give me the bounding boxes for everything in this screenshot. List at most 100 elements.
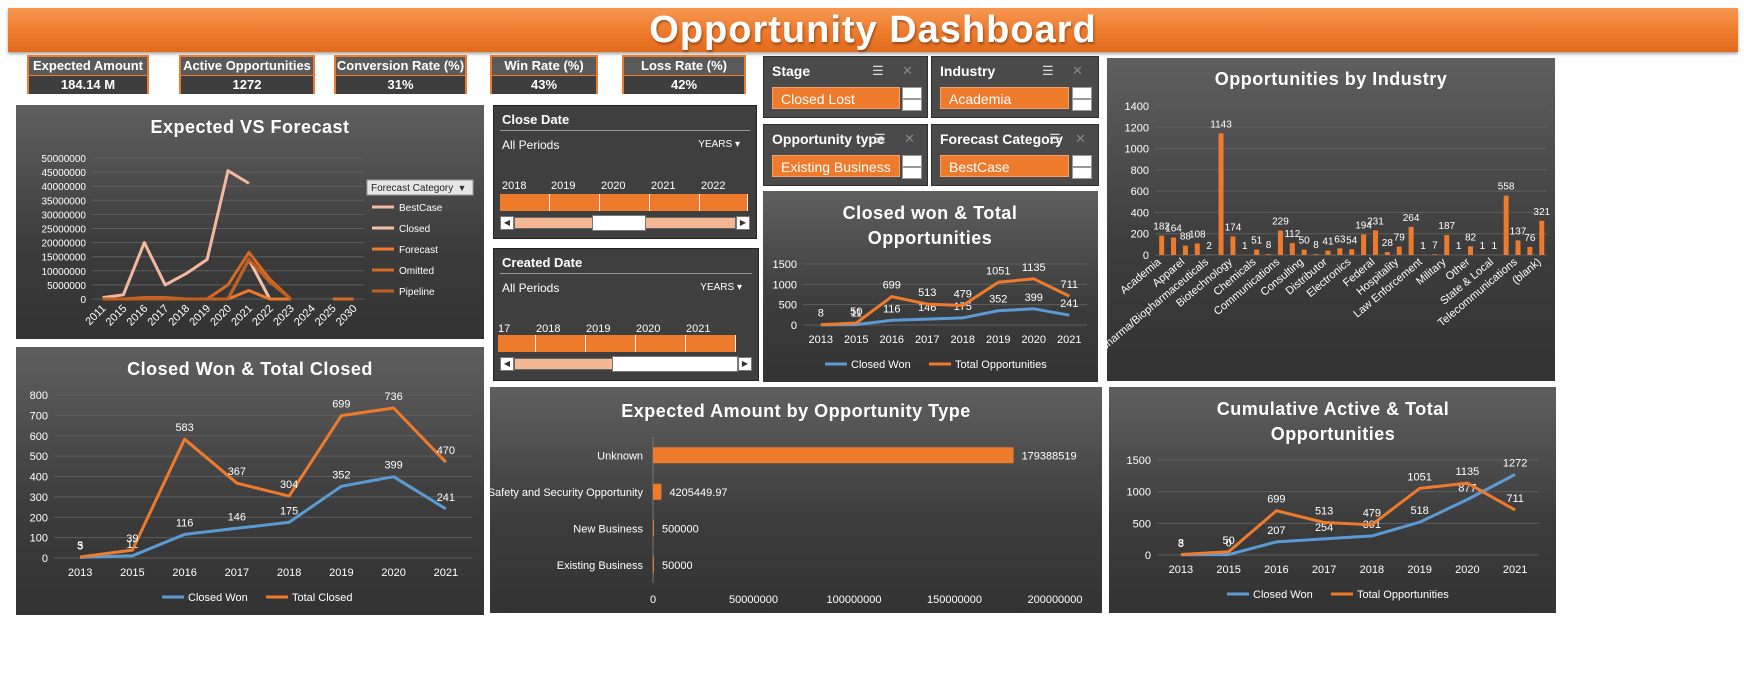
clear-filter-icon[interactable]: ✕ bbox=[902, 63, 913, 79]
x-tick-label: 2021 bbox=[1057, 334, 1081, 346]
data-label: 116 bbox=[883, 303, 901, 315]
slicer-industry[interactable]: Industry ☰ ✕ Academia bbox=[931, 56, 1099, 118]
legend-label: Closed Won bbox=[1253, 589, 1313, 601]
scroll-up-button[interactable] bbox=[902, 155, 922, 167]
bar bbox=[1194, 243, 1200, 255]
scroll-up-button[interactable] bbox=[1072, 155, 1092, 167]
timeline-scroll-thumb[interactable] bbox=[612, 356, 738, 372]
timeline-year-label: 2019 bbox=[586, 323, 611, 335]
clear-filter-icon[interactable]: ✕ bbox=[1072, 63, 1083, 79]
timeline-year-bar[interactable] bbox=[498, 335, 536, 352]
slicer-forecast-category[interactable]: Forecast Category ☰ ✕ BestCase bbox=[931, 124, 1099, 186]
slicer-title: Stage bbox=[772, 63, 811, 79]
scroll-up-button[interactable] bbox=[902, 87, 922, 99]
scroll-down-button[interactable] bbox=[1072, 99, 1092, 111]
multi-select-icon[interactable]: ☰ bbox=[1049, 131, 1061, 147]
slicer-item-selected[interactable]: Existing Business bbox=[772, 155, 900, 177]
scroll-down-button[interactable] bbox=[1072, 167, 1092, 179]
y-tick-label: 1400 bbox=[1125, 101, 1149, 113]
legend-label: Pipeline bbox=[399, 287, 435, 298]
x-tick-label: 200000000 bbox=[1027, 594, 1082, 606]
y-tick-label: 30000000 bbox=[42, 210, 87, 221]
timeline-level-dropdown[interactable]: YEARS ▾ bbox=[700, 282, 742, 293]
data-label: 1135 bbox=[1022, 262, 1046, 274]
slicer-item-selected[interactable]: Academia bbox=[940, 87, 1069, 109]
data-label: 1051 bbox=[1407, 471, 1431, 483]
data-label: 63 bbox=[1334, 234, 1346, 245]
x-tick-label: 2019 bbox=[187, 303, 213, 329]
bar bbox=[1468, 246, 1473, 255]
timeline-year-label: 2018 bbox=[536, 323, 561, 335]
slicer-item-selected[interactable]: BestCase bbox=[940, 155, 1069, 177]
timeline-title: Created Date bbox=[502, 255, 583, 270]
data-label: 352 bbox=[332, 469, 350, 481]
timeline-year-bar[interactable] bbox=[650, 194, 700, 211]
timeline-year-bar[interactable] bbox=[700, 194, 748, 211]
scroll-left-button[interactable]: ◀ bbox=[500, 357, 514, 371]
data-label: 264 bbox=[1403, 213, 1420, 224]
data-label: 352 bbox=[989, 294, 1007, 306]
x-tick-label: 2020 bbox=[1455, 564, 1479, 576]
y-tick-label: 700 bbox=[30, 410, 48, 422]
timeline-year-bar[interactable] bbox=[600, 194, 650, 211]
kpi-conversion-rate: Conversion Rate (%) 31% bbox=[334, 55, 467, 94]
scroll-down-button[interactable] bbox=[902, 167, 922, 179]
x-tick-label: 2015 bbox=[104, 303, 130, 329]
data-label: 1 bbox=[1456, 241, 1462, 252]
multi-select-icon[interactable]: ☰ bbox=[1042, 63, 1054, 79]
y-tick-label: 200 bbox=[30, 512, 48, 524]
bar bbox=[1539, 220, 1545, 255]
y-tick-label: 15000000 bbox=[42, 253, 87, 264]
data-label: 1135 bbox=[1456, 466, 1480, 478]
data-label: 116 bbox=[176, 517, 194, 529]
scroll-right-button[interactable]: ▶ bbox=[736, 216, 750, 230]
clear-filter-icon[interactable]: ✕ bbox=[904, 131, 915, 147]
timeline-year-bar[interactable] bbox=[536, 335, 586, 352]
data-label: 76 bbox=[1524, 233, 1536, 244]
multi-select-icon[interactable]: ☰ bbox=[874, 131, 886, 147]
timeline-close-date[interactable]: Close Date All Periods YEARS ▾ 2018 2019… bbox=[493, 105, 757, 239]
slicer-item-selected[interactable]: Closed Lost bbox=[772, 87, 900, 109]
timeline-year-bar[interactable] bbox=[636, 335, 686, 352]
data-label: 699 bbox=[1267, 494, 1285, 506]
series-line-bestcase bbox=[102, 169, 250, 300]
timeline-year-bar[interactable] bbox=[550, 194, 600, 211]
series-line-omitted bbox=[102, 251, 354, 301]
timeline-scroll-thumb[interactable] bbox=[592, 215, 646, 231]
data-label: 5 bbox=[77, 540, 83, 552]
scroll-down-button[interactable] bbox=[902, 99, 922, 111]
data-label: 479 bbox=[954, 289, 972, 301]
timeline-level-dropdown[interactable]: YEARS ▾ bbox=[698, 139, 740, 150]
x-tick-label: 2018 bbox=[951, 334, 975, 346]
y-tick-label: 400 bbox=[30, 472, 48, 484]
kpi-value: 43% bbox=[492, 76, 596, 94]
scroll-up-button[interactable] bbox=[1072, 87, 1092, 99]
y-tick-label: 500 bbox=[1133, 518, 1151, 530]
x-tick-label: 2020 bbox=[381, 567, 405, 579]
chart-panel-expected-by-type: Expected Amount by Opportunity Type 0 5000… bbox=[490, 387, 1102, 613]
x-tick-label: 2016 bbox=[1264, 564, 1288, 576]
bar bbox=[1313, 254, 1319, 255]
bar bbox=[1361, 234, 1367, 255]
timeline-created-date[interactable]: Created Date All Periods YEARS ▾ 17 2018… bbox=[493, 248, 759, 381]
timeline-year-bar[interactable] bbox=[586, 335, 636, 352]
multi-select-icon[interactable]: ☰ bbox=[872, 63, 884, 79]
x-tick-label: 2025 bbox=[313, 303, 339, 329]
timeline-title: Close Date bbox=[502, 112, 570, 127]
timeline-year-bar[interactable] bbox=[500, 194, 550, 211]
y-tick-label: 500 bbox=[30, 451, 48, 463]
scroll-right-button[interactable]: ▶ bbox=[738, 357, 752, 371]
bar bbox=[1277, 230, 1283, 255]
timeline-year-bar[interactable] bbox=[686, 335, 736, 352]
slicer-stage[interactable]: Stage ☰ ✕ Closed Lost bbox=[763, 56, 928, 118]
x-tick-label: 50000000 bbox=[729, 594, 778, 606]
clear-filter-icon[interactable]: ✕ bbox=[1075, 131, 1086, 147]
bar bbox=[653, 447, 1014, 464]
slicer-opportunity-type[interactable]: Opportunity type ☰ ✕ Existing Business bbox=[763, 124, 928, 186]
kpi-label: Win Rate (%) bbox=[492, 57, 596, 76]
bar bbox=[1444, 235, 1450, 255]
scroll-left-button[interactable]: ◀ bbox=[500, 216, 514, 230]
data-label: 39 bbox=[126, 533, 138, 545]
chart-title: Closed won & Total bbox=[843, 203, 1018, 223]
y-tick-label: 25000000 bbox=[42, 225, 87, 236]
